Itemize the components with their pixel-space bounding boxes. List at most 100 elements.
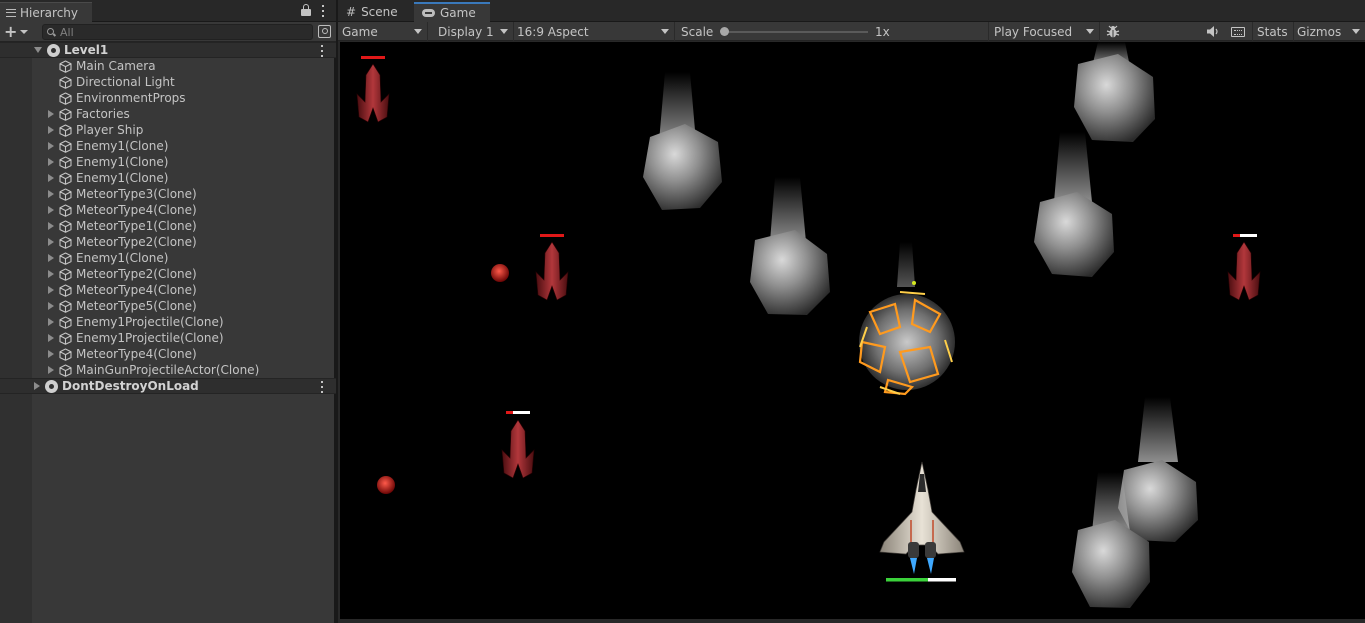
- tab-game-label: Game: [440, 6, 476, 20]
- hierarchy-item-label: EnvironmentProps: [76, 91, 186, 105]
- hierarchy-item-label: MeteorType4(Clone): [76, 283, 197, 297]
- play-mode-dropdown[interactable]: Play Focused: [990, 22, 1100, 41]
- fold-closed-icon[interactable]: [48, 366, 54, 374]
- game-scene: [356, 42, 1261, 608]
- scale-slider-handle[interactable]: [720, 27, 729, 36]
- hierarchy-tab-bar: Hierarchy: [0, 0, 336, 22]
- hierarchy-item[interactable]: Directional Light: [0, 74, 336, 90]
- hierarchy-item[interactable]: Enemy1Projectile(Clone): [0, 314, 336, 330]
- keyboard-icon[interactable]: [1231, 27, 1245, 37]
- gameobject-cube-icon: [59, 283, 72, 297]
- hierarchy-item[interactable]: Main Camera: [0, 58, 336, 74]
- aspect-label: 16:9 Aspect: [517, 24, 589, 39]
- chevron-down-icon: [661, 29, 669, 34]
- fold-closed-icon[interactable]: [34, 382, 40, 390]
- play-mode-label: Play Focused: [994, 24, 1073, 39]
- scene-search-icon[interactable]: [318, 25, 331, 38]
- hierarchy-item[interactable]: MainGunProjectileActor(Clone): [0, 362, 336, 378]
- hierarchy-item[interactable]: MeteorType4(Clone): [0, 282, 336, 298]
- stats-button[interactable]: Stats: [1252, 22, 1294, 41]
- scale-value: 1x: [875, 24, 890, 39]
- hierarchy-item[interactable]: EnvironmentProps: [0, 90, 336, 106]
- view-mode-label: Game: [342, 24, 378, 39]
- gameobject-cube-icon: [59, 331, 72, 345]
- hierarchy-list: Level1 Main Camera Directional Light Enviro…: [0, 42, 336, 623]
- chevron-down-icon: [1086, 29, 1094, 34]
- scene-menu-icon[interactable]: [319, 381, 325, 393]
- hierarchy-search-input[interactable]: [60, 25, 300, 39]
- hierarchy-item[interactable]: MeteorType4(Clone): [0, 202, 336, 218]
- gameobject-cube-icon: [59, 187, 72, 201]
- fold-closed-icon[interactable]: [48, 238, 54, 246]
- hierarchy-scene-row[interactable]: DontDestroyOnLoad: [0, 378, 336, 394]
- search-icon: [47, 27, 56, 37]
- fold-closed-icon[interactable]: [48, 350, 54, 358]
- gameobject-cube-icon: [59, 59, 72, 73]
- hierarchy-item[interactable]: Enemy1(Clone): [0, 154, 336, 170]
- aspect-dropdown[interactable]: 16:9 Aspect: [513, 22, 675, 41]
- hierarchy-item[interactable]: MeteorType4(Clone): [0, 346, 336, 362]
- hierarchy-item[interactable]: MeteorType1(Clone): [0, 218, 336, 234]
- hierarchy-item[interactable]: Enemy1(Clone): [0, 170, 336, 186]
- hierarchy-scene-row[interactable]: Level1: [0, 42, 336, 58]
- fold-closed-icon[interactable]: [48, 286, 54, 294]
- bug-icon[interactable]: [1106, 25, 1120, 39]
- hierarchy-item[interactable]: MeteorType2(Clone): [0, 266, 336, 282]
- fold-closed-icon[interactable]: [48, 254, 54, 262]
- tab-game[interactable]: Game: [414, 2, 490, 22]
- fold-closed-icon[interactable]: [48, 110, 54, 118]
- hierarchy-item[interactable]: Enemy1Projectile(Clone): [0, 330, 336, 346]
- scene-grid-icon: #: [346, 5, 357, 19]
- game-viewport[interactable]: [340, 42, 1365, 619]
- gameobject-cube-icon: [59, 219, 72, 233]
- gizmos-dropdown[interactable]: Gizmos: [1293, 22, 1365, 41]
- hierarchy-item[interactable]: Factories: [0, 106, 336, 122]
- meteor: [1034, 132, 1114, 277]
- enemy-projectile: [377, 476, 395, 494]
- scene-menu-icon[interactable]: [319, 45, 325, 57]
- gameobject-cube-icon: [59, 235, 72, 249]
- gameobject-cube-icon: [59, 267, 72, 281]
- fold-closed-icon[interactable]: [48, 158, 54, 166]
- tab-scene-label: Scene: [361, 5, 398, 19]
- player-ship: [879, 461, 965, 582]
- hierarchy-item-label: Factories: [76, 107, 130, 121]
- hierarchy-search-field[interactable]: [42, 24, 313, 40]
- fold-closed-icon[interactable]: [48, 174, 54, 182]
- hierarchy-tab[interactable]: Hierarchy: [0, 2, 92, 22]
- scale-slider-track[interactable]: [723, 31, 868, 33]
- hierarchy-item[interactable]: Enemy1(Clone): [0, 250, 336, 266]
- fold-closed-icon[interactable]: [48, 126, 54, 134]
- hierarchy-item[interactable]: MeteorType5(Clone): [0, 298, 336, 314]
- fold-closed-icon[interactable]: [48, 302, 54, 310]
- hierarchy-item-label: MainGunProjectileActor(Clone): [76, 363, 260, 377]
- meteor: [643, 72, 722, 210]
- fold-open-icon[interactable]: [34, 47, 42, 53]
- fold-closed-icon[interactable]: [48, 318, 54, 326]
- hierarchy-item-label: DontDestroyOnLoad: [62, 379, 199, 393]
- fold-closed-icon[interactable]: [48, 206, 54, 214]
- gizmos-label: Gizmos: [1297, 24, 1342, 39]
- hierarchy-item-label: MeteorType4(Clone): [76, 347, 197, 361]
- view-mode-dropdown[interactable]: Game: [338, 22, 428, 41]
- fold-closed-icon[interactable]: [48, 190, 54, 198]
- tab-scene[interactable]: # Scene: [338, 2, 414, 22]
- fold-closed-icon[interactable]: [48, 334, 54, 342]
- panel-menu-icon[interactable]: [320, 5, 326, 17]
- hierarchy-toolbar: +: [0, 22, 336, 42]
- hierarchy-item[interactable]: Enemy1(Clone): [0, 138, 336, 154]
- create-object-button[interactable]: +: [4, 23, 34, 40]
- gameobject-cube-icon: [59, 203, 72, 217]
- lock-icon[interactable]: [301, 4, 311, 16]
- hierarchy-item[interactable]: MeteorType3(Clone): [0, 186, 336, 202]
- fold-closed-icon[interactable]: [48, 142, 54, 150]
- hierarchy-list-icon: [6, 8, 16, 17]
- unity-scene-icon: [47, 43, 60, 57]
- fold-closed-icon[interactable]: [48, 270, 54, 278]
- display-dropdown[interactable]: Display 1: [434, 22, 514, 41]
- hierarchy-item[interactable]: MeteorType2(Clone): [0, 234, 336, 250]
- scale-label: Scale: [681, 24, 714, 39]
- hierarchy-item[interactable]: Player Ship: [0, 122, 336, 138]
- fold-closed-icon[interactable]: [48, 222, 54, 230]
- speaker-icon[interactable]: [1206, 25, 1220, 38]
